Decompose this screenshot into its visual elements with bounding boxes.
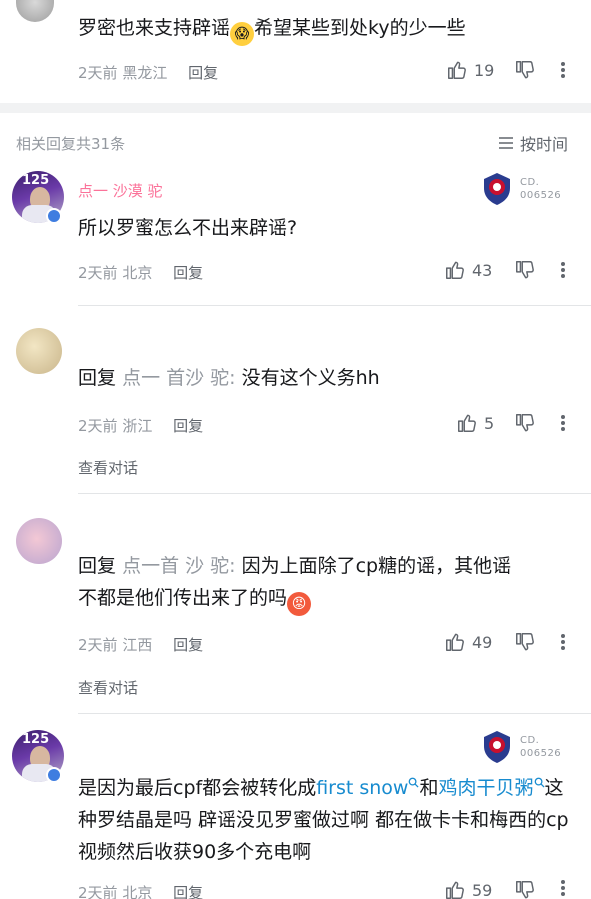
medal-text: CD. 006526	[520, 735, 562, 759]
view-conversation-link[interactable]: 查看对话	[78, 677, 138, 698]
thumb-up-icon	[458, 414, 476, 432]
like-count: 49	[472, 632, 493, 652]
username[interactable]: 点一 沙漠 驼	[78, 180, 163, 201]
more-icon[interactable]	[552, 259, 574, 281]
reply-target-username[interactable]: 点一 首沙 驼:	[122, 367, 235, 389]
thumb-down-icon	[516, 414, 534, 432]
search-icon	[409, 777, 420, 788]
sort-icon	[499, 137, 513, 149]
comment-location: 北京	[122, 884, 153, 899]
comment-meta: 2天前 北京 回复	[78, 882, 203, 899]
dislike-button[interactable]	[514, 412, 536, 434]
sort-button[interactable]: 按时间	[498, 131, 568, 155]
comment-text: 不都是他们传出来了的吗 😡	[78, 582, 312, 616]
reply-button[interactable]: 回复	[173, 417, 203, 435]
comment-divider	[78, 305, 591, 306]
medal-icon	[482, 172, 512, 210]
medal-icon	[482, 730, 512, 768]
avatar[interactable]	[16, 328, 62, 374]
search-icon	[534, 777, 545, 788]
like-count: 59	[472, 880, 493, 899]
like-button[interactable]: 59	[444, 879, 492, 899]
view-conversation-link[interactable]: 查看对话	[78, 457, 138, 478]
comment-location: 江西	[122, 636, 153, 654]
reply-button[interactable]: 回复	[173, 636, 203, 654]
comment-text: 回复 点一首 沙 驼: 因为上面除了cp糖的谣，其他谣	[78, 550, 511, 582]
dislike-button[interactable]	[514, 259, 536, 281]
avatar[interactable]	[16, 0, 54, 22]
comment-text-part: 没有这个义务hh	[241, 367, 380, 389]
like-button[interactable]: 43	[444, 259, 492, 281]
comment-time: 2天前	[78, 884, 118, 899]
comment-location: 北京	[122, 264, 153, 282]
comment-divider	[78, 493, 591, 494]
thumb-up-icon	[448, 61, 466, 79]
dislike-button[interactable]	[514, 631, 536, 653]
like-button[interactable]: 49	[444, 631, 492, 653]
comment-text-part: 不都是他们传出来了的吗	[78, 587, 288, 609]
avatar[interactable]	[16, 518, 62, 564]
comment-time: 2天前	[78, 64, 118, 82]
reply-prefix: 回复	[78, 555, 117, 577]
like-button[interactable]: 5	[456, 412, 494, 434]
verified-icon	[46, 767, 62, 783]
more-icon[interactable]	[552, 59, 574, 81]
comment-meta: 2天前 浙江 回复	[78, 415, 203, 436]
section-divider	[0, 103, 591, 113]
comment-text-part: 希望某些到处ky的少一些	[254, 17, 466, 39]
thumb-up-icon	[446, 261, 464, 279]
comment-location: 黑龙江	[122, 64, 168, 82]
comment-text: 所以罗蜜怎么不出来辟谣?	[78, 217, 298, 239]
verified-icon	[46, 208, 62, 224]
avatar-badge-number: 125	[22, 173, 50, 188]
comment-text: 是因为最后cpf都会被转化成first snow 和鸡肉干贝粥 这种罗结晶是吗 辟谣…	[78, 772, 578, 868]
medal-text: CD. 006526	[520, 177, 562, 201]
thumb-down-icon	[516, 261, 534, 279]
dislike-button[interactable]	[514, 59, 536, 81]
comment-text-part: 是因为最后cpf都会被转化成	[78, 777, 317, 799]
like-count: 43	[472, 260, 493, 280]
comment-meta: 2天前 江西 回复	[78, 634, 203, 655]
avatar-badge-number: 125	[22, 732, 50, 747]
comment-divider	[78, 713, 591, 714]
more-icon[interactable]	[552, 631, 574, 653]
dislike-button[interactable]	[514, 879, 536, 899]
search-link[interactable]: 鸡肉干贝粥	[439, 777, 534, 799]
search-link[interactable]: first snow	[316, 777, 408, 799]
sort-label: 按时间	[520, 135, 569, 154]
comment-text: 回复 点一 首沙 驼: 没有这个义务hh	[78, 362, 380, 394]
more-icon[interactable]	[552, 877, 574, 899]
reply-button[interactable]: 回复	[173, 264, 203, 282]
comment-location: 浙江	[122, 417, 153, 435]
like-count: 5	[484, 413, 495, 433]
angry-emoji-icon: 😡	[287, 592, 312, 616]
comment-text-part: 因为上面除了cp糖的谣，其他谣	[241, 555, 512, 577]
reply-prefix: 回复	[78, 367, 117, 389]
like-button[interactable]: 19	[446, 59, 494, 81]
thumb-down-icon	[516, 881, 534, 899]
reply-button[interactable]: 回复	[173, 884, 203, 899]
thumb-up-icon	[446, 881, 464, 899]
section-title: 相关回复共31条	[16, 135, 126, 153]
more-icon[interactable]	[552, 412, 574, 434]
comment-time: 2天前	[78, 264, 118, 282]
comment-meta: 2天前 北京 回复	[78, 262, 203, 283]
like-count: 19	[474, 60, 495, 80]
comment-text-part: 和	[419, 777, 439, 799]
thumb-down-icon	[516, 61, 534, 79]
comment-text-part: 罗密也来支持辟谣	[78, 17, 231, 39]
comment-time: 2天前	[78, 636, 118, 654]
comment-text: 罗密也来支持辟谣 😱 希望某些到处ky的少一些	[78, 12, 466, 46]
thumb-down-icon	[516, 633, 534, 651]
comment-meta: 2天前 黑龙江 回复	[78, 62, 218, 83]
reply-target-username[interactable]: 点一首 沙 驼:	[122, 555, 235, 577]
reply-button[interactable]: 回复	[188, 64, 218, 82]
scared-emoji-icon: 😱	[230, 22, 255, 46]
comment-time: 2天前	[78, 417, 118, 435]
thumb-up-icon	[446, 633, 464, 651]
